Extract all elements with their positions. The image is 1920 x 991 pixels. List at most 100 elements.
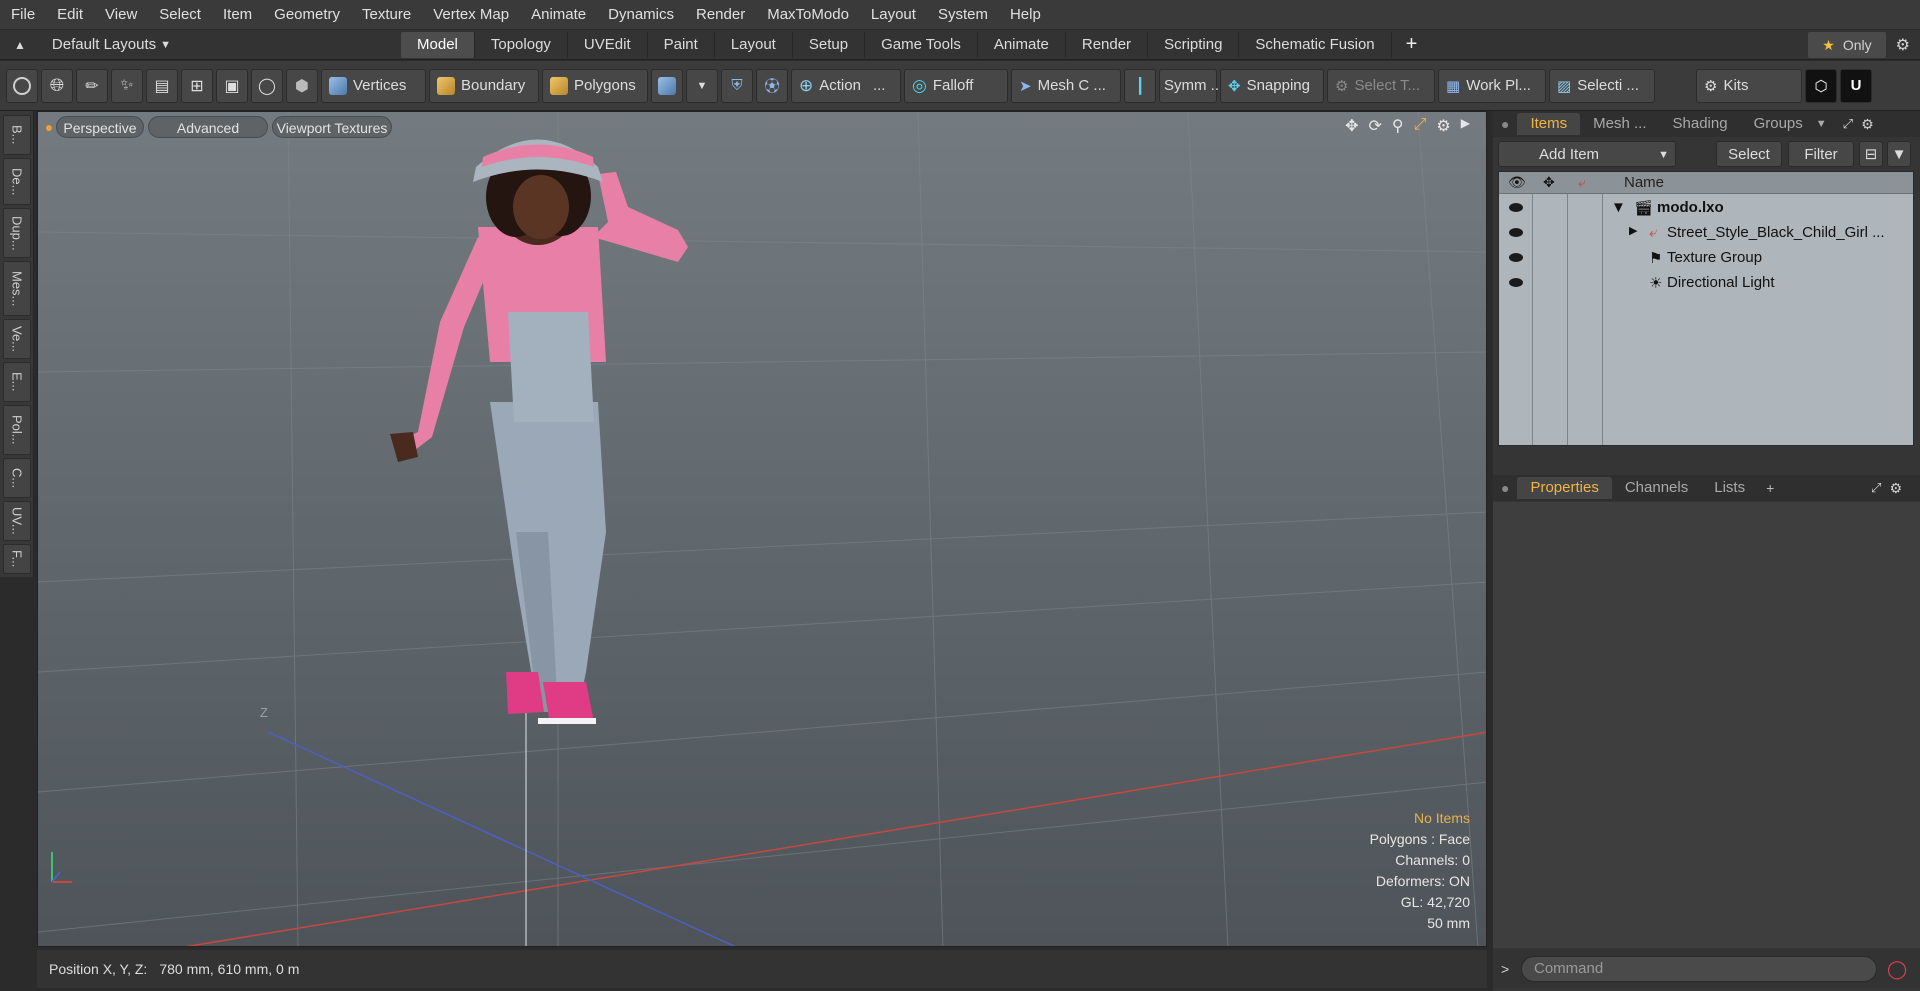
falloff-button[interactable]: ◎ Falloff (904, 68, 1008, 103)
tab-basic[interactable]: B... (3, 115, 31, 155)
tab-deform[interactable]: De... (3, 158, 31, 205)
mesh-constraint-button[interactable]: ➤ Mesh C ... (1011, 68, 1121, 103)
menu-system[interactable]: System (927, 0, 999, 30)
filter-button[interactable]: Filter (1788, 141, 1854, 167)
expand-arrow-icon[interactable]: ▶ (1461, 116, 1470, 136)
workplane-button[interactable]: ▦ Work Pl... (1438, 68, 1546, 103)
tab-vertex[interactable]: Ve... (3, 319, 31, 359)
tab-paint[interactable]: Paint (648, 31, 715, 58)
menu-file[interactable]: File (0, 0, 46, 30)
vertices-button[interactable]: Vertices (321, 68, 426, 103)
tab-lists[interactable]: Lists (1701, 477, 1758, 499)
menu-edit[interactable]: Edit (46, 0, 94, 30)
advanced-shading-button[interactable]: Advanced (148, 116, 268, 138)
collapse-button[interactable]: ⊟ (1859, 141, 1883, 167)
command-input[interactable]: Command (1521, 956, 1877, 982)
kits-button[interactable]: ⚙ Kits (1696, 68, 1802, 103)
pan-icon[interactable]: ✥ (1345, 116, 1358, 136)
funnel-button[interactable]: ▼ (1887, 141, 1911, 167)
item-row-mesh[interactable]: ▶ ⤶ Street_Style_Black_Child_Girl ... (1499, 221, 1913, 246)
item-row-scene[interactable]: ▼ 🎬︎ modo.lxo (1499, 196, 1913, 221)
menu-layout[interactable]: Layout (860, 0, 927, 30)
tab-layout[interactable]: Layout (715, 31, 793, 58)
add-tab-icon[interactable]: + (1406, 33, 1418, 56)
panel-gear-icon[interactable]: ⚙ (1861, 116, 1874, 133)
menu-geometry[interactable]: Geometry (263, 0, 351, 30)
selection-sets-button[interactable]: ▨ Selecti ... (1549, 68, 1655, 103)
tab-shading[interactable]: Shading (1660, 113, 1741, 135)
expand-arrow-icon[interactable]: ▶ (1629, 224, 1637, 237)
tab-groups[interactable]: Groups (1741, 113, 1816, 135)
grid-button[interactable]: ⊞ (181, 68, 213, 103)
soccer-button[interactable]: ⚽︎ (756, 68, 788, 103)
viewport-gear-icon[interactable]: ⚙ (1436, 116, 1450, 136)
tab-schematic-fusion[interactable]: Schematic Fusion (1239, 31, 1392, 58)
expand-arrow-icon[interactable]: ▼ (1611, 199, 1626, 216)
menu-animate[interactable]: Animate (520, 0, 597, 30)
eye-icon[interactable] (1509, 203, 1523, 212)
item-mode-button[interactable]: ⬢ (286, 68, 318, 103)
polygons-button[interactable]: Polygons (542, 68, 648, 103)
select-circle-button[interactable] (6, 68, 38, 103)
tab-topology[interactable]: Topology (475, 31, 568, 58)
tab-curve[interactable]: C... (3, 458, 31, 498)
menu-texture[interactable]: Texture (351, 0, 422, 30)
snapping-button[interactable]: ✥ Snapping (1220, 68, 1324, 103)
unreal-button[interactable]: U (1840, 68, 1872, 103)
material-button[interactable] (651, 68, 683, 103)
tab-render[interactable]: Render (1066, 31, 1149, 58)
tab-duplicate[interactable]: Dup... (3, 208, 31, 258)
sphere-button[interactable]: ◯ (251, 68, 283, 103)
boundary-button[interactable]: Boundary (429, 68, 539, 103)
globe-button[interactable]: 🌐︎ (41, 68, 73, 103)
menu-dynamics[interactable]: Dynamics (597, 0, 685, 30)
zoom-icon[interactable]: ⚲ (1392, 116, 1404, 136)
3d-viewport[interactable]: Z ● Perspective Advanced Viewport Textur… (37, 111, 1487, 947)
command-history-icon[interactable]: ◯ (1887, 959, 1907, 980)
eye-icon[interactable] (1509, 228, 1523, 237)
symmetry-button[interactable]: Symm ... (1159, 68, 1223, 103)
tab-edge[interactable]: E... (3, 362, 31, 402)
only-toggle[interactable]: ★ Only (1808, 31, 1886, 58)
tab-animate[interactable]: Animate (978, 31, 1066, 58)
viewport-textures-button[interactable]: Viewport Textures (272, 116, 392, 138)
menu-vertex-map[interactable]: Vertex Map (422, 0, 520, 30)
tab-game-tools[interactable]: Game Tools (865, 31, 978, 58)
tab-polygon[interactable]: Pol... (3, 405, 31, 455)
menu-view[interactable]: View (94, 0, 148, 30)
maximize-icon[interactable]: ⤢ (1414, 116, 1427, 136)
symmetry-shield-button[interactable]: ⛨ (721, 68, 753, 103)
tab-mesh[interactable]: Mesh ... (1580, 113, 1659, 135)
add-tab-icon[interactable]: + (1766, 480, 1774, 496)
tab-scripting[interactable]: Scripting (1148, 31, 1240, 58)
tab-properties[interactable]: Properties (1517, 477, 1612, 499)
tab-mesh-edit[interactable]: Mes... (3, 261, 31, 316)
panel-maximize-icon[interactable]: ⤢ (1843, 116, 1853, 132)
eye-icon[interactable] (1509, 278, 1523, 287)
transform-button[interactable]: ▤ (146, 68, 178, 103)
viewport-menu-dot[interactable]: ● (44, 116, 54, 138)
material-dropdown[interactable]: ▼ (686, 68, 718, 103)
menu-render[interactable]: Render (685, 0, 756, 30)
action-center-button[interactable]: ⊕ Action... (791, 68, 901, 103)
gear-icon[interactable]: ⚙ (1896, 35, 1910, 55)
menu-select[interactable]: Select (148, 0, 212, 30)
item-row-texture-group[interactable]: ⚑ Texture Group (1499, 246, 1913, 271)
pen-button[interactable]: ✏︎ (76, 68, 108, 103)
select-button[interactable]: Select (1716, 141, 1782, 167)
panel-gear-icon[interactable]: ⚙ (1889, 480, 1902, 497)
view-mode-button[interactable]: Perspective (56, 116, 144, 138)
tab-setup[interactable]: Setup (793, 31, 866, 58)
rotate-icon[interactable]: ⟳ (1368, 116, 1381, 136)
tab-model[interactable]: Model (401, 31, 475, 58)
item-row-light[interactable]: ☀︎ Directional Light (1499, 271, 1913, 296)
layout-selector[interactable]: ▲ Default Layouts ▼ (0, 30, 185, 60)
tab-uv[interactable]: UV... (3, 501, 31, 541)
panel-menu-dot[interactable]: ● (1501, 480, 1509, 496)
menu-help[interactable]: Help (999, 0, 1052, 30)
frame-button[interactable]: ▣ (216, 68, 248, 103)
panel-menu-dot[interactable]: ● (1501, 116, 1509, 132)
eye-icon[interactable] (1509, 253, 1523, 262)
panel-maximize-icon[interactable]: ⤢ (1871, 480, 1881, 496)
tab-channels[interactable]: Channels (1612, 477, 1701, 499)
